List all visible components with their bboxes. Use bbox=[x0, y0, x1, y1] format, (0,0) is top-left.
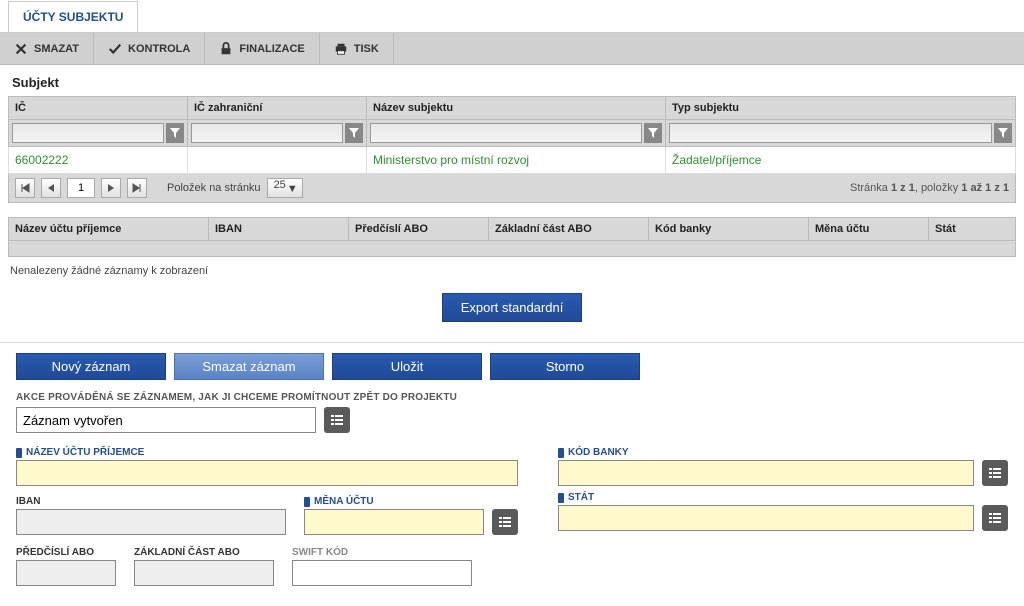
label-currency: MĚNA ÚČTU bbox=[304, 496, 518, 507]
items-per-page-label: Položek na stránku bbox=[167, 182, 261, 194]
iban-input[interactable] bbox=[16, 509, 286, 535]
label-base: ZÁKLADNÍ ČÁST ABO bbox=[134, 547, 274, 558]
export-button[interactable]: Export standardní bbox=[442, 293, 583, 322]
paging-summary: Stránka 1 z 1, položky 1 až 1 z 1 bbox=[850, 182, 1009, 194]
col-ic[interactable]: IČ bbox=[9, 97, 188, 120]
filter-icon[interactable] bbox=[345, 123, 363, 143]
filter-name[interactable] bbox=[370, 123, 642, 143]
toolbar-print[interactable]: TISK bbox=[320, 33, 394, 64]
filter-ic-foreign[interactable] bbox=[191, 123, 343, 143]
label-state: STÁT bbox=[558, 492, 1008, 503]
toolbar-check[interactable]: KONTROLA bbox=[94, 33, 205, 64]
print-icon bbox=[334, 42, 348, 56]
filter-ic[interactable] bbox=[12, 123, 164, 143]
cell-name: Ministerstvo pro místní rozvoj bbox=[367, 147, 666, 174]
toolbar-finalize[interactable]: FINALIZACE bbox=[205, 33, 319, 64]
subject-row[interactable]: 66002222 Ministerstvo pro místní rozvoj … bbox=[9, 147, 1016, 174]
page-size-value: 25 bbox=[274, 179, 286, 191]
filter-type[interactable] bbox=[669, 123, 992, 143]
toolbar-delete-label: SMAZAT bbox=[34, 43, 79, 55]
state-input[interactable] bbox=[558, 505, 974, 531]
list-picker-icon[interactable] bbox=[492, 509, 518, 535]
toolbar: SMAZAT KONTROLA FINALIZACE TISK bbox=[0, 33, 1024, 65]
page-prev[interactable] bbox=[41, 178, 61, 198]
col-iban[interactable]: IBAN bbox=[209, 218, 349, 241]
lock-icon bbox=[219, 42, 233, 56]
swift-input[interactable] bbox=[292, 560, 472, 586]
label-bank-code: KÓD BANKY bbox=[558, 447, 1008, 458]
list-picker-icon[interactable] bbox=[324, 407, 350, 433]
tab-accounts[interactable]: ÚČTY SUBJEKTU bbox=[8, 1, 138, 32]
paging-bar: Položek na stránku 25 ▼ Stránka 1 z 1, p… bbox=[8, 174, 1016, 203]
cell-ic: 66002222 bbox=[9, 147, 188, 174]
page-next[interactable] bbox=[101, 178, 121, 198]
label-swift: SWIFT KÓD bbox=[292, 547, 472, 558]
col-name[interactable]: Název subjektu bbox=[367, 97, 666, 120]
page-input[interactable] bbox=[67, 178, 95, 198]
col-base[interactable]: Základní část ABO bbox=[489, 218, 649, 241]
page-first[interactable] bbox=[15, 178, 35, 198]
toolbar-print-label: TISK bbox=[354, 43, 379, 55]
currency-input[interactable] bbox=[304, 509, 484, 535]
account-name-input[interactable] bbox=[16, 460, 518, 486]
cell-type: Žadatel/příjemce bbox=[666, 147, 1016, 174]
filter-icon[interactable] bbox=[166, 123, 184, 143]
col-currency[interactable]: Měna účtu bbox=[809, 218, 929, 241]
col-ic-foreign[interactable]: IČ zahraniční bbox=[188, 97, 367, 120]
x-icon bbox=[14, 42, 28, 56]
page-last[interactable] bbox=[127, 178, 147, 198]
label-iban: IBAN bbox=[16, 496, 286, 507]
label-prefix: PŘEDČÍSLÍ ABO bbox=[16, 547, 116, 558]
col-prefix[interactable]: Předčíslí ABO bbox=[349, 218, 489, 241]
delete-record-button[interactable]: Smazat záznam bbox=[174, 353, 324, 380]
subject-grid: IČ IČ zahraniční Název subjektu Typ subj… bbox=[8, 96, 1016, 174]
page-size-select[interactable]: 25 ▼ bbox=[267, 178, 303, 198]
subject-heading: Subjekt bbox=[0, 65, 1024, 96]
cell-ic-foreign bbox=[188, 147, 367, 174]
new-record-button[interactable]: Nový záznam bbox=[16, 353, 166, 380]
bank-code-input[interactable] bbox=[558, 460, 974, 486]
toolbar-check-label: KONTROLA bbox=[128, 43, 190, 55]
col-state[interactable]: Stát bbox=[929, 218, 1016, 241]
account-form: AKCE PROVÁDĚNÁ SE ZÁZNAMEM, JAK JI CHCEM… bbox=[0, 392, 1024, 606]
save-button[interactable]: Uložit bbox=[332, 353, 482, 380]
label-account-name: NÁZEV ÚČTU PŘÍJEMCE bbox=[16, 447, 518, 458]
accounts-grid: Název účtu příjemce IBAN Předčíslí ABO Z… bbox=[8, 217, 1016, 257]
cancel-button[interactable]: Storno bbox=[490, 353, 640, 380]
tab-bar: ÚČTY SUBJEKTU bbox=[0, 0, 1024, 33]
filter-icon[interactable] bbox=[994, 123, 1012, 143]
no-records-message: Nenalezeny žádné záznamy k zobrazení bbox=[0, 257, 1024, 285]
action-performed-label: AKCE PROVÁDĚNÁ SE ZÁZNAMEM, JAK JI CHCEM… bbox=[16, 392, 1008, 403]
chevron-down-icon: ▼ bbox=[287, 183, 298, 195]
list-picker-icon[interactable] bbox=[982, 460, 1008, 486]
list-picker-icon[interactable] bbox=[982, 505, 1008, 531]
record-actions: Nový záznam Smazat záznam Uložit Storno bbox=[0, 353, 1024, 392]
action-performed-input[interactable] bbox=[16, 407, 316, 433]
col-type[interactable]: Typ subjektu bbox=[666, 97, 1016, 120]
toolbar-finalize-label: FINALIZACE bbox=[239, 43, 304, 55]
prefix-input[interactable] bbox=[16, 560, 116, 586]
toolbar-delete[interactable]: SMAZAT bbox=[0, 33, 94, 64]
base-input[interactable] bbox=[134, 560, 274, 586]
filter-icon[interactable] bbox=[644, 123, 662, 143]
check-icon bbox=[108, 42, 122, 56]
col-account-name[interactable]: Název účtu příjemce bbox=[9, 218, 209, 241]
col-bank-code[interactable]: Kód banky bbox=[649, 218, 809, 241]
